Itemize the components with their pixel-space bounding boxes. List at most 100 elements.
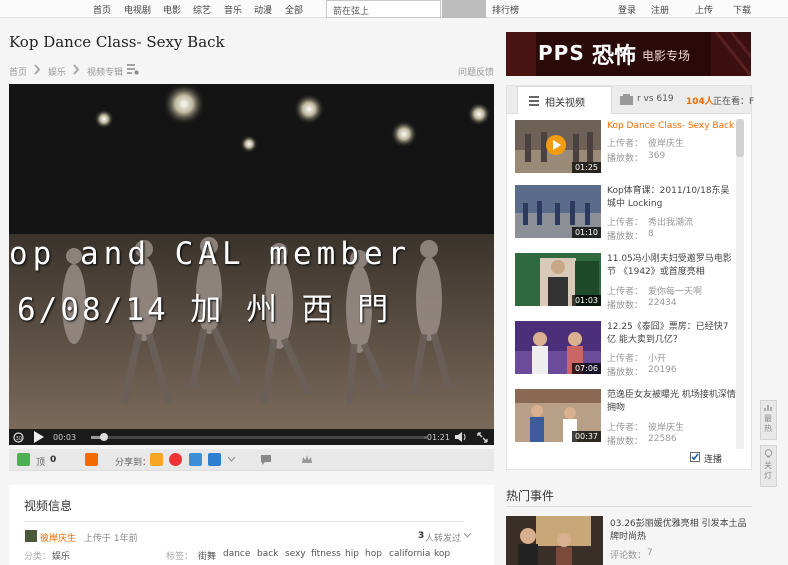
chevron-down-icon[interactable] (464, 533, 471, 538)
tab-related[interactable]: 相关视频 (517, 86, 612, 114)
related-videos-panel: 相关视频 r vs 619 104人 正在看：F 01:25 Kop Dance… (506, 85, 755, 470)
progress-handle[interactable] (100, 433, 109, 441)
playlist-icon[interactable] (127, 64, 139, 75)
people-icon (620, 94, 633, 105)
video-overlay-line1: op and CAL member (9, 236, 412, 272)
divider (506, 506, 752, 507)
video-title: Kop Dance Class- Sexy Back (9, 33, 225, 51)
video-player[interactable]: op and CAL member 6/08/14 加 州 西 門 (9, 84, 494, 429)
video-thumbnail[interactable]: 01:10 (515, 185, 601, 238)
action-bar: 顶 0 分享到： (9, 449, 494, 471)
nav-all[interactable]: 全部 (285, 3, 303, 16)
video-thumbnail[interactable]: 00:37 (515, 389, 601, 442)
related-title[interactable]: Kop Dance Class- Sexy Back (607, 120, 737, 133)
related-item[interactable]: 01:25 Kop Dance Class- Sexy Back 上传者： 彼岸… (515, 120, 740, 182)
related-item[interactable]: 01:03 11.05冯小刚夫妇受邀罗马电影节 《1942》或首度亮相 上传者：… (515, 253, 740, 315)
ticker-count: 104人 (686, 97, 714, 107)
related-item[interactable]: 00:37 范逸臣女友被曝光 机场接机深情拥吻 上传者： 彼岸庆生 播放数： 2… (515, 389, 740, 451)
repost-icon[interactable] (85, 453, 98, 466)
video-thumbnail[interactable]: 07:06 (515, 321, 601, 374)
light-label: 关灯 (764, 461, 772, 480)
download-link[interactable]: 下载 (733, 3, 751, 16)
nav-tv[interactable]: 电视剧 (124, 3, 151, 16)
uploader-name[interactable]: 小开 (648, 351, 666, 364)
lights-off-button[interactable]: 关灯 (760, 445, 777, 487)
upload-link[interactable]: 上传 (695, 3, 713, 16)
related-title[interactable]: Kop体育课：2011/10/18东吴城中 Locking (607, 185, 737, 211)
related-item[interactable]: 07:06 12.25《泰囧》票房：已经快7亿 能大卖到几亿？ 上传者： 小开 … (515, 321, 740, 383)
rank-label: 最热 (764, 414, 772, 433)
uploader-name[interactable]: 爱你每一天啊 (648, 284, 702, 297)
volume-icon[interactable] (455, 432, 467, 442)
tag[interactable]: 街舞 (198, 549, 216, 562)
progress-bar[interactable] (91, 433, 427, 441)
tag[interactable]: california (389, 549, 430, 559)
share-weibo-icon[interactable] (169, 453, 182, 466)
breadcrumb-home[interactable]: 首页 (9, 65, 27, 78)
uploader-name[interactable]: 彼岸庆生 (40, 531, 76, 544)
top-label[interactable]: 顶 (36, 455, 45, 468)
related-title[interactable]: 范逸臣女友被曝光 机场接机深情拥吻 (607, 389, 737, 415)
duration: 01:25 (571, 162, 601, 173)
crown-icon[interactable] (301, 454, 313, 465)
login-link[interactable]: 登录 (618, 3, 636, 16)
chevron-right-icon (34, 64, 41, 75)
nav-variety[interactable]: 综艺 (193, 3, 211, 16)
hot-item-title[interactable]: 03.26彭丽媛优雅亮相 引发本土品牌时尚热 (610, 518, 750, 544)
feedback-link[interactable]: 问题反馈 (458, 65, 494, 78)
reposts-label[interactable]: 人转发过 (425, 531, 461, 544)
share-qzone-icon[interactable] (150, 453, 163, 466)
search-input[interactable]: 箭在弦上 (326, 0, 441, 18)
thumbs-up-icon[interactable] (17, 453, 30, 466)
related-tab-bar: 相关视频 r vs 619 104人 正在看：F (507, 86, 755, 114)
register-link[interactable]: 注册 (651, 3, 669, 16)
tag[interactable]: back (257, 549, 278, 559)
related-title[interactable]: 11.05冯小刚夫妇受邀罗马电影节 《1942》或首度亮相 (607, 253, 737, 279)
rank-button[interactable]: 最热 (760, 400, 777, 440)
uploader-name[interactable]: 秀出我潮流 (648, 215, 693, 228)
related-item[interactable]: 01:10 Kop体育课：2011/10/18东吴城中 Locking 上传者：… (515, 185, 740, 247)
autoplay-checkbox[interactable] (690, 452, 700, 462)
check-icon (691, 453, 699, 461)
banner-sub: 电影专场 (642, 49, 691, 63)
fullscreen-icon[interactable] (477, 432, 488, 443)
ad-banner[interactable]: PPS 恐怖 电影专场 (506, 32, 751, 76)
nav-home[interactable]: 首页 (93, 3, 111, 16)
ticker-tail: 正在看：F (713, 97, 755, 107)
related-scrollbar[interactable] (736, 119, 744, 449)
play-icon[interactable] (33, 431, 45, 443)
tag[interactable]: fitness (311, 549, 341, 559)
breadcrumb-album[interactable]: 视频专辑 (87, 65, 123, 78)
related-title[interactable]: 12.25《泰囧》票房：已经快7亿 能大卖到几亿？ (607, 321, 737, 347)
reposts-count: 3 (418, 531, 425, 541)
breadcrumb-ent[interactable]: 娱乐 (48, 65, 66, 78)
tag[interactable]: dance (223, 549, 250, 559)
hot-thumbnail[interactable] (506, 516, 603, 565)
plays-prefix: 播放数： (607, 154, 644, 164)
autoplay-label[interactable]: 连播 (704, 452, 722, 465)
avatar[interactable] (25, 530, 37, 542)
search-button[interactable] (442, 0, 486, 18)
uploader-prefix: 上传者： (607, 139, 644, 149)
uploader-name[interactable]: 彼岸庆生 (648, 420, 684, 433)
nav-music[interactable]: 音乐 (224, 3, 242, 16)
banner-main: 恐怖 (592, 44, 637, 69)
replay-icon[interactable]: 30 (13, 432, 24, 443)
video-thumbnail[interactable]: 01:03 (515, 253, 601, 306)
chevron-down-icon[interactable] (228, 457, 235, 462)
video-thumbnail[interactable]: 01:25 (515, 120, 601, 173)
share-kaixin-icon[interactable] (208, 453, 221, 466)
tag[interactable]: hip (345, 549, 359, 559)
tag[interactable]: kop (434, 549, 450, 559)
scroll-thumb[interactable] (736, 119, 744, 157)
nav-anime[interactable]: 动漫 (254, 3, 272, 16)
share-renren-icon[interactable] (189, 453, 202, 466)
nav-movie[interactable]: 电影 (163, 3, 181, 16)
uploader-name[interactable]: 彼岸庆生 (648, 136, 684, 149)
category-value[interactable]: 娱乐 (52, 549, 70, 562)
nav-ranking[interactable]: 排行榜 (492, 3, 519, 16)
tag[interactable]: hop (365, 549, 382, 559)
comment-icon[interactable] (260, 454, 272, 465)
tag[interactable]: sexy (285, 549, 306, 559)
info-section-title: 视频信息 (24, 499, 73, 513)
